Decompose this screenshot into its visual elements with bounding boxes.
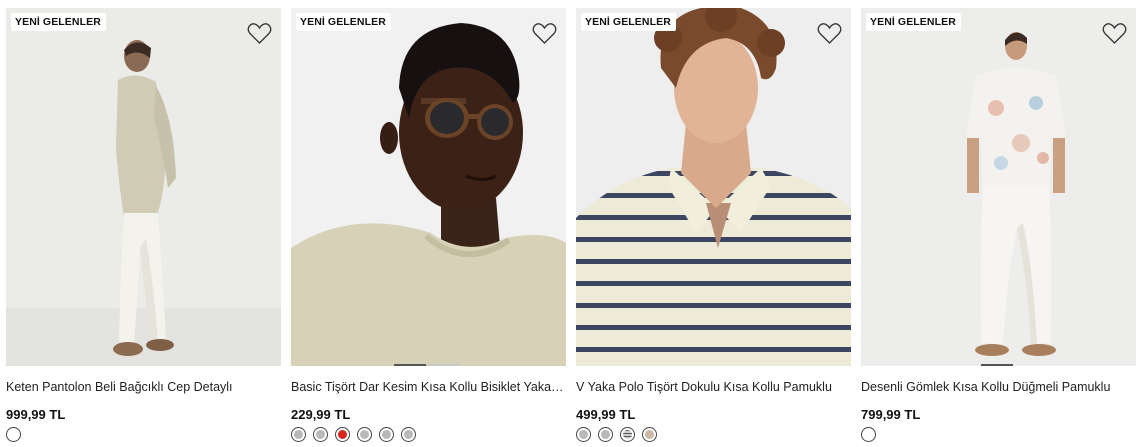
new-arrival-badge: YENİ GELENLER	[11, 13, 106, 31]
product-name[interactable]: Basic Tişört Dar Kesim Kısa Kollu Bisikl…	[291, 379, 566, 395]
swatch-color	[338, 430, 347, 439]
product-image[interactable]: YENİ GELENLER	[861, 8, 1136, 366]
color-swatch[interactable]	[313, 427, 328, 442]
swatch-color	[579, 430, 588, 439]
product-photo-linen-trousers	[6, 8, 281, 366]
color-swatch[interactable]	[861, 427, 876, 442]
swatch-color	[623, 430, 632, 439]
product-image[interactable]: YENİ GELENLER	[291, 8, 566, 366]
swatch-color	[294, 430, 303, 439]
product-image[interactable]: YENİ GELENLER	[576, 8, 851, 366]
swatch-color	[864, 430, 873, 439]
favorite-heart-icon[interactable]	[532, 22, 557, 45]
product-price: 799,99 TL	[861, 407, 921, 422]
image-slider-indicator	[291, 363, 566, 366]
favorite-heart-icon[interactable]	[817, 22, 842, 45]
swatch-color	[316, 430, 325, 439]
color-swatch-striped[interactable]	[620, 427, 635, 442]
swatch-color	[9, 430, 18, 439]
color-swatch[interactable]	[6, 427, 21, 442]
product-card[interactable]: YENİ GELENLER Keten Pantolon Beli Bağcık…	[6, 8, 281, 447]
slider-dot-active[interactable]	[394, 364, 426, 366]
product-card[interactable]: YENİ GELENLER Desenli Gömlek Kısa Kollu …	[861, 8, 1136, 447]
swatch-color	[382, 430, 391, 439]
product-price: 999,99 TL	[6, 407, 66, 422]
color-swatch[interactable]	[576, 427, 591, 442]
swatch-color	[601, 430, 610, 439]
swatch-color	[404, 430, 413, 439]
product-card[interactable]: YENİ GELENLER V Yaka Polo Tişört Dokulu …	[576, 8, 851, 447]
color-swatch[interactable]	[335, 427, 350, 442]
favorite-heart-icon[interactable]	[1102, 22, 1127, 45]
product-name[interactable]: Keten Pantolon Beli Bağcıklı Cep Detaylı	[6, 379, 281, 395]
slider-dot-active[interactable]	[981, 364, 1013, 366]
slider-dot[interactable]	[428, 364, 460, 366]
product-price: 499,99 TL	[576, 407, 636, 422]
product-photo-polo-tshirt	[576, 8, 851, 366]
swatch-color	[360, 430, 369, 439]
swatch-color	[645, 430, 654, 439]
product-card[interactable]: YENİ GELENLER Basic Tişört Dar Kesim Kıs…	[291, 8, 566, 447]
product-name[interactable]: Desenli Gömlek Kısa Kollu Düğmeli Pamukl…	[861, 379, 1136, 395]
new-arrival-badge: YENİ GELENLER	[581, 13, 676, 31]
color-swatch[interactable]	[357, 427, 372, 442]
product-photo-basic-tshirt	[291, 8, 566, 366]
color-swatch[interactable]	[598, 427, 613, 442]
color-swatch[interactable]	[642, 427, 657, 442]
product-name[interactable]: V Yaka Polo Tişört Dokulu Kısa Kollu Pam…	[576, 379, 851, 395]
new-arrival-badge: YENİ GELENLER	[296, 13, 391, 31]
image-slider-indicator	[861, 363, 1136, 366]
favorite-heart-icon[interactable]	[247, 22, 272, 45]
product-image[interactable]: YENİ GELENLER	[6, 8, 281, 366]
color-swatch[interactable]	[291, 427, 306, 442]
new-arrival-badge: YENİ GELENLER	[866, 13, 961, 31]
product-photo-patterned-shirt	[861, 8, 1136, 366]
product-price: 229,99 TL	[291, 407, 351, 422]
color-swatch[interactable]	[379, 427, 394, 442]
color-swatch[interactable]	[401, 427, 416, 442]
